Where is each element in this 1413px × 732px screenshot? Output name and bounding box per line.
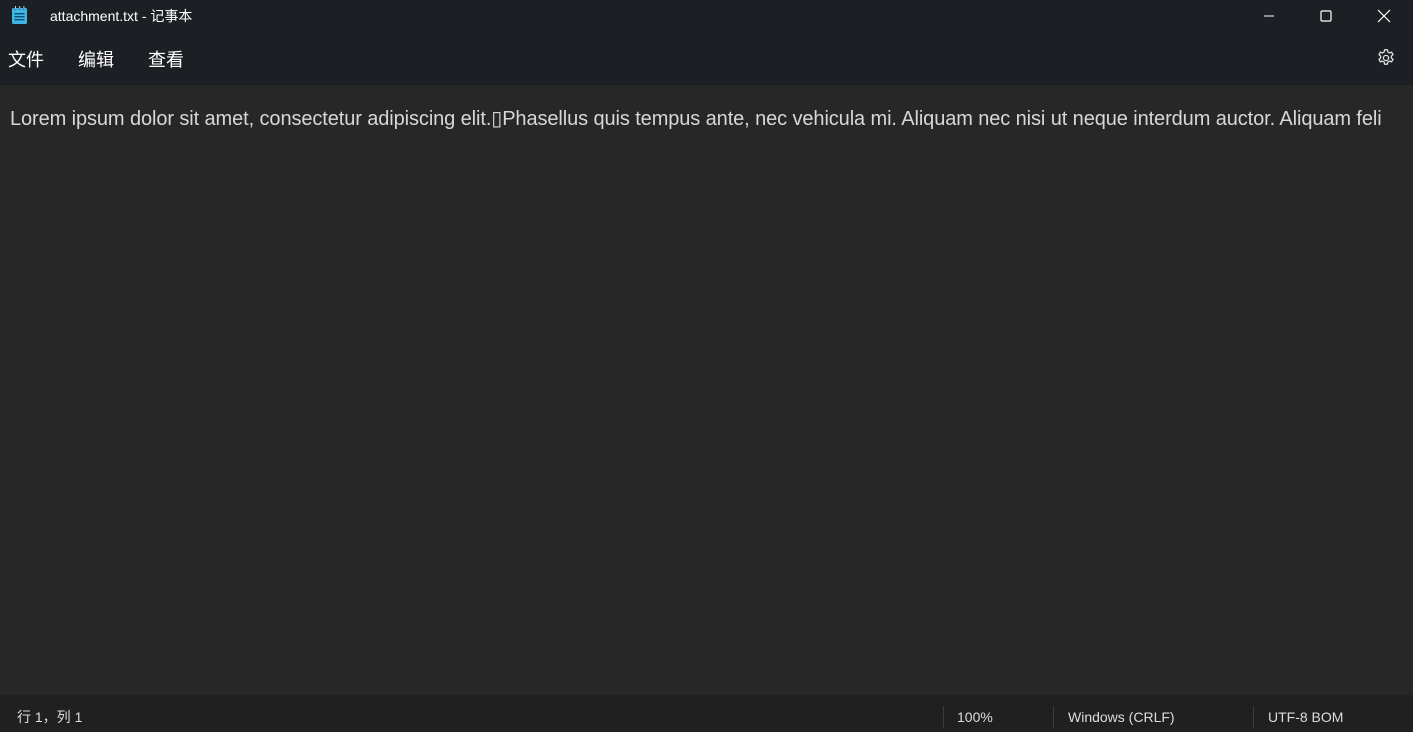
close-icon [1377,9,1391,23]
line-ending[interactable]: Windows (CRLF) [1068,708,1175,726]
maximize-button[interactable] [1297,0,1355,32]
gear-icon [1376,48,1396,73]
status-bar: 行 1，列 1 100% Windows (CRLF) UTF-8 BOM [0,695,1413,732]
notepad-icon [11,6,28,25]
cursor-position: 行 1，列 1 [17,709,83,725]
maximize-icon [1320,10,1332,22]
status-divider [1053,706,1054,728]
minimize-button[interactable] [1240,0,1298,32]
settings-button[interactable] [1370,47,1402,73]
menu-file[interactable]: 文件 [8,49,44,71]
status-divider [943,706,944,728]
notepad-window: attachment.txt - 记事本 文件 编辑 查看 Lorem ipsu… [0,0,1413,732]
menu-view[interactable]: 查看 [148,49,184,71]
zoom-level[interactable]: 100% [957,708,993,726]
title-bar: attachment.txt - 记事本 [0,0,1413,32]
minimize-icon [1263,10,1275,22]
status-divider [1253,706,1254,728]
text-editor[interactable]: Lorem ipsum dolor sit amet, consectetur … [0,85,1413,695]
encoding[interactable]: UTF-8 BOM [1268,708,1343,726]
close-button[interactable] [1355,0,1413,32]
menu-edit[interactable]: 编辑 [78,49,114,71]
window-title: attachment.txt - 记事本 [50,8,193,24]
editor-content[interactable]: Lorem ipsum dolor sit amet, consectetur … [10,107,1382,131]
menu-bar: 文件 编辑 查看 [0,32,1413,85]
